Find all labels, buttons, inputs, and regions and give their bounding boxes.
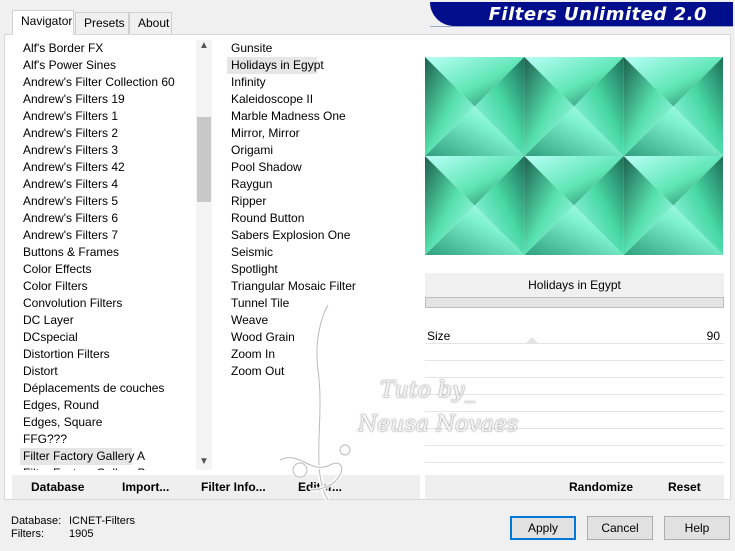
filter-item[interactable]: Marble Madness One xyxy=(227,108,407,125)
cancel-button[interactable]: Cancel xyxy=(587,516,653,540)
category-item[interactable]: Alf's Border FX xyxy=(20,40,196,57)
filter-item[interactable]: Raygun xyxy=(227,176,407,193)
filter-item[interactable]: Mirror, Mirror xyxy=(227,125,407,142)
category-item[interactable]: Filter Factory Gallery B xyxy=(20,465,196,470)
help-button[interactable]: Help xyxy=(664,516,730,540)
tab-presets[interactable]: Presets xyxy=(75,12,129,34)
filter-item[interactable]: Zoom In xyxy=(227,346,407,363)
filter-item[interactable]: Pool Shadow xyxy=(227,159,407,176)
param-value: 90 xyxy=(706,329,720,343)
database-label: Database: xyxy=(11,515,62,527)
category-item[interactable]: Andrew's Filters 5 xyxy=(20,193,196,210)
category-item[interactable]: Distort xyxy=(20,363,196,380)
category-item[interactable]: Alf's Power Sines xyxy=(20,57,196,74)
category-item[interactable]: Buttons & Frames xyxy=(20,244,196,261)
filter-item[interactable]: Weave xyxy=(227,312,407,329)
category-scrollbar[interactable]: ▲ ▼ xyxy=(196,40,212,470)
filter-item[interactable]: Tunnel Tile xyxy=(227,295,407,312)
filter-item[interactable]: Triangular Mosaic Filter xyxy=(227,278,407,295)
database-info: Database: ICNET-Filters Filters: 1905 xyxy=(11,515,135,541)
tab-about[interactable]: About xyxy=(129,12,172,34)
apply-button[interactable]: Apply xyxy=(510,516,576,540)
category-item[interactable]: Edges, Round xyxy=(20,397,196,414)
scroll-down-arrow-icon[interactable]: ▼ xyxy=(196,456,212,470)
filter-item[interactable]: Infinity xyxy=(227,74,407,91)
category-item[interactable]: Distortion Filters xyxy=(20,346,196,363)
param-row-empty xyxy=(425,361,724,378)
category-item[interactable]: Color Filters xyxy=(20,278,196,295)
category-item[interactable]: Déplacements de couches xyxy=(20,380,196,397)
filter-item[interactable]: Origami xyxy=(227,142,407,159)
category-item[interactable]: DC Layer xyxy=(20,312,196,329)
database-button[interactable]: Database xyxy=(31,480,84,494)
filter-item[interactable]: Gunsite xyxy=(227,40,407,57)
param-row-empty xyxy=(425,429,724,446)
category-item[interactable]: Convolution Filters xyxy=(20,295,196,312)
tab-bar: Navigator Presets About xyxy=(0,0,430,35)
filter-item[interactable]: Seismic xyxy=(227,244,407,261)
filter-item[interactable]: Kaleidoscope II xyxy=(227,91,407,108)
param-row-size[interactable]: Size 90 xyxy=(425,327,724,344)
param-label: Size xyxy=(427,329,451,343)
reset-button[interactable]: Reset xyxy=(668,480,701,494)
category-item[interactable]: Edges, Square xyxy=(20,414,196,431)
category-item[interactable]: Andrew's Filters 2 xyxy=(20,125,196,142)
category-item[interactable]: Andrew's Filters 4 xyxy=(20,176,196,193)
tab-navigator[interactable]: Navigator xyxy=(12,10,74,35)
scroll-thumb[interactable] xyxy=(197,117,211,202)
category-item[interactable]: FFG??? xyxy=(20,431,196,448)
parameter-grid: Size 90 xyxy=(425,327,724,472)
category-item[interactable]: Color Effects xyxy=(20,261,196,278)
param-row-empty xyxy=(425,412,724,429)
filter-item[interactable]: Spotlight xyxy=(227,261,407,278)
category-item[interactable]: Andrew's Filters 7 xyxy=(20,227,196,244)
param-row-empty xyxy=(425,344,724,361)
category-item[interactable]: Andrew's Filters 6 xyxy=(20,210,196,227)
filter-item[interactable]: Holidays in Egypt xyxy=(227,57,324,74)
filter-item[interactable]: Round Button xyxy=(227,210,407,227)
progress-bar xyxy=(425,297,724,308)
filter-item[interactable]: Ripper xyxy=(227,193,407,210)
category-item[interactable]: Andrew's Filters 42 xyxy=(20,159,196,176)
category-item[interactable]: DCspecial xyxy=(20,329,196,346)
category-item[interactable]: Filter Factory Gallery A xyxy=(20,448,145,465)
import-button[interactable]: Import... xyxy=(122,480,169,494)
filter-item[interactable]: Sabers Explosion One xyxy=(227,227,407,244)
filters-count-label: Filters: xyxy=(11,528,44,540)
editor-button[interactable]: Editor... xyxy=(298,480,342,494)
scroll-up-arrow-icon[interactable]: ▲ xyxy=(196,40,212,54)
category-item[interactable]: Andrew's Filters 19 xyxy=(20,91,196,108)
filters-count-value: 1905 xyxy=(69,528,94,540)
param-row-empty xyxy=(425,446,724,463)
filter-list[interactable]: Gunsite Holidays in Egypt Infinity Kaleidos… xyxy=(227,40,407,385)
param-row-empty xyxy=(425,395,724,412)
category-item[interactable]: Andrew's Filter Collection 60 xyxy=(20,74,196,91)
param-row-empty xyxy=(425,378,724,395)
filter-info-button[interactable]: Filter Info... xyxy=(201,480,266,494)
category-item[interactable]: Andrew's Filters 3 xyxy=(20,142,196,159)
filter-item[interactable]: Zoom Out xyxy=(227,363,407,380)
preview-triangles-image xyxy=(425,57,723,255)
category-list[interactable]: Alf's Border FX Alf's Power Sines Andrew's… xyxy=(20,40,196,470)
category-item[interactable]: Andrew's Filters 1 xyxy=(20,108,196,125)
filter-item[interactable]: Wood Grain xyxy=(227,329,407,346)
selected-filter-name: Holidays in Egypt xyxy=(425,273,724,297)
app-title-banner: Filters Unlimited 2.0 xyxy=(430,2,733,26)
randomize-button[interactable]: Randomize xyxy=(569,480,633,494)
slider-marker-icon[interactable] xyxy=(525,337,539,344)
database-value: ICNET-Filters xyxy=(69,515,135,527)
banner-underline xyxy=(430,26,733,27)
filter-preview xyxy=(425,57,723,255)
